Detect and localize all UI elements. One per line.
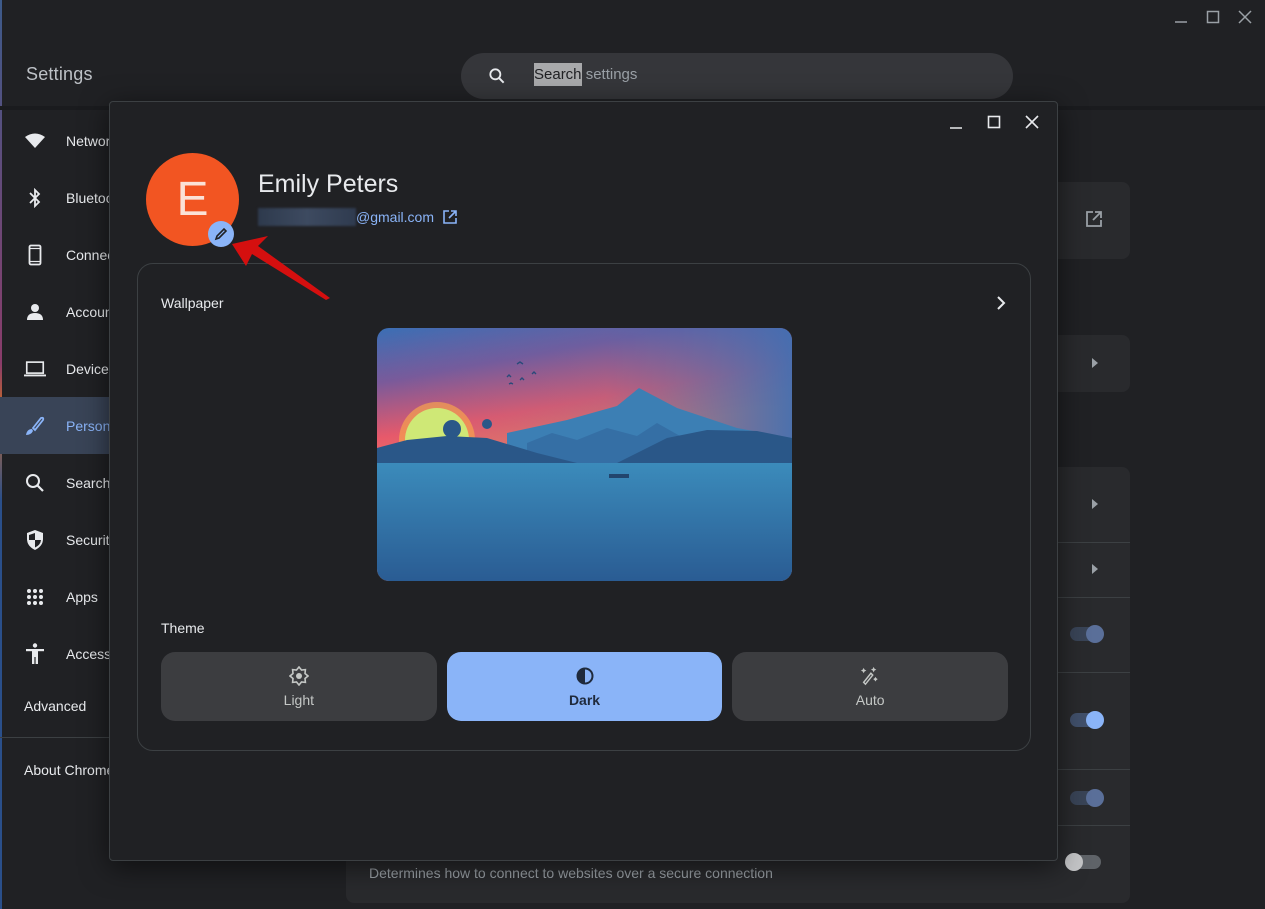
theme-auto-label: Auto <box>855 691 885 708</box>
sidebar-item-apps[interactable]: Apps <box>0 568 110 625</box>
theme-dark-button[interactable]: Dark <box>446 652 723 721</box>
setting-toggle[interactable] <box>1068 624 1104 644</box>
theme-label: Theme <box>161 620 205 636</box>
email-domain: @gmail.com <box>356 209 435 225</box>
setting-description: Determines how to connect to websites ov… <box>369 865 773 881</box>
apps-grid-icon <box>24 586 46 608</box>
sidebar-item-label: Apps <box>66 588 98 605</box>
sidebar-item-label: Search and Assistant <box>66 474 110 491</box>
brush-icon <box>24 415 46 437</box>
theme-options: Light Dark Auto <box>161 652 1009 721</box>
magic-wand-icon <box>860 666 880 686</box>
arrow-right-icon <box>1092 358 1098 368</box>
dialog-controls <box>937 110 1051 134</box>
search-text[interactable]: Search settings <box>534 63 638 86</box>
close-button[interactable] <box>1229 0 1261 34</box>
theme-light-label: Light <box>283 691 315 708</box>
accessibility-icon <box>24 642 46 665</box>
setting-toggle[interactable] <box>1065 852 1101 872</box>
avatar-letter: E <box>176 173 209 226</box>
theme-light-button[interactable]: Light <box>161 652 437 721</box>
maximize-icon <box>987 115 1001 129</box>
maximize-icon <box>1206 10 1220 24</box>
setting-toggle[interactable] <box>1068 788 1104 808</box>
sidebar-item-label: Personalization <box>66 417 110 434</box>
search-input[interactable]: Search settings <box>461 53 1013 99</box>
sidebar-item-label: Network <box>66 132 110 149</box>
email-redacted <box>258 208 356 226</box>
bluetooth-icon <box>24 187 46 209</box>
screen: Settings Search settings Network Bluetoo… <box>0 0 1265 909</box>
sidebar-about[interactable]: About ChromeOS <box>24 762 110 778</box>
person-icon <box>24 301 46 323</box>
pencil-icon <box>214 227 228 241</box>
search-icon <box>24 472 46 494</box>
wallpaper-label[interactable]: Wallpaper <box>161 295 224 311</box>
personalization-panel: Wallpaper Theme Light Dark Auto <box>137 263 1031 751</box>
sidebar-item-label: Connected devices <box>66 246 110 263</box>
sidebar-item-device[interactable]: Device <box>0 340 110 397</box>
sidebar-item-accessibility[interactable]: Accessibility <box>0 625 110 682</box>
minimize-icon <box>950 127 962 129</box>
dialog-close-button[interactable] <box>1013 110 1051 134</box>
sidebar-advanced[interactable]: Advanced <box>24 698 86 714</box>
contrast-icon <box>575 666 595 686</box>
sidebar-item-label: Accessibility <box>66 645 110 662</box>
user-name: Emily Peters <box>258 170 399 198</box>
dialog-minimize-button[interactable] <box>937 110 975 134</box>
wallpaper-preview[interactable] <box>377 328 792 581</box>
sidebar-item-label: Bluetooth <box>66 189 110 206</box>
sidebar-item-network[interactable]: Network <box>0 112 110 169</box>
sun-icon <box>288 665 309 686</box>
search-selection: Search <box>534 63 582 86</box>
maximize-button[interactable] <box>1197 0 1229 34</box>
wallpaper-image <box>377 328 792 581</box>
shield-icon <box>24 529 46 551</box>
sidebar-item-security[interactable]: Security and Privacy <box>0 511 110 568</box>
sidebar-item-bluetooth[interactable]: Bluetooth <box>0 169 110 226</box>
sidebar: Network Bluetooth Connected devices Acco… <box>0 112 110 682</box>
sidebar-item-personalization[interactable]: Personalization <box>0 397 110 454</box>
phone-icon <box>24 244 46 266</box>
window-controls <box>1165 0 1265 34</box>
sidebar-item-label: Security and Privacy <box>66 531 110 548</box>
personalization-dialog: E Emily Peters @gmail.com Wallpaper Them… <box>109 101 1058 861</box>
arrow-right-icon[interactable] <box>1092 564 1098 574</box>
theme-dark-label: Dark <box>568 691 601 708</box>
sidebar-item-connected-devices[interactable]: Connected devices <box>0 226 110 283</box>
user-email: @gmail.com <box>258 208 458 226</box>
chevron-right-icon[interactable] <box>994 294 1008 312</box>
sidebar-item-label: Device <box>66 360 109 377</box>
sidebar-item-search-assistant[interactable]: Search and Assistant <box>0 454 110 511</box>
sidebar-divider <box>0 737 110 738</box>
theme-auto-button[interactable]: Auto <box>732 652 1009 721</box>
app-title: Settings <box>26 64 93 84</box>
dialog-maximize-button[interactable] <box>975 110 1013 134</box>
minimize-icon <box>1175 21 1187 23</box>
sidebar-item-label: Accounts <box>66 303 110 320</box>
close-icon <box>1238 10 1252 24</box>
open-external-icon[interactable] <box>1085 210 1103 228</box>
edit-avatar-button[interactable] <box>208 221 234 247</box>
open-external-icon[interactable] <box>442 209 458 225</box>
wifi-icon <box>24 130 46 152</box>
close-icon <box>1025 115 1039 129</box>
laptop-icon <box>24 358 46 380</box>
search-text-rest: settings <box>581 66 638 83</box>
arrow-right-icon[interactable] <box>1092 499 1098 509</box>
search-icon <box>489 68 505 84</box>
setting-toggle[interactable] <box>1068 710 1104 730</box>
sidebar-item-accounts[interactable]: Accounts <box>0 283 110 340</box>
minimize-button[interactable] <box>1165 0 1197 34</box>
